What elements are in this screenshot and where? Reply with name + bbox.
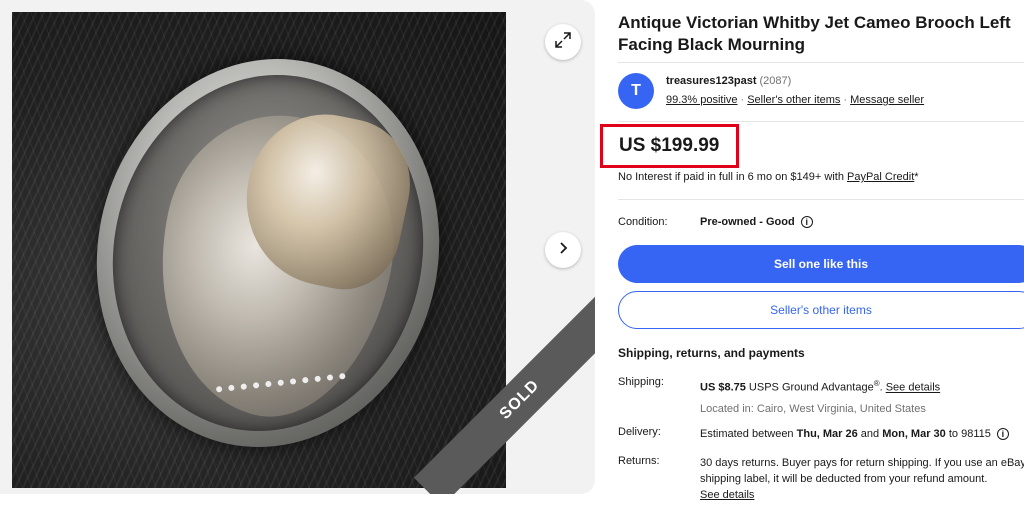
returns-label: Returns: [618,455,660,467]
returns-see-details-link[interactable]: See details [700,489,754,501]
item-location: Located in: Cairo, West Virginia, United… [700,402,926,415]
chevron-right-icon [556,241,570,260]
cameo-inner [80,45,456,461]
credit-offer: No Interest if paid in full in 6 mo on $… [618,171,919,183]
price-highlight: US $199.99 [600,124,739,168]
delivery-suffix: to 98115 [945,428,991,440]
separator-dot: · [843,94,848,106]
shipping-service: USPS Ground Advantage [745,381,874,394]
shipping-heading: Shipping, returns, and payments [618,346,805,360]
info-icon[interactable]: i [996,428,1009,440]
separator-dot: · [740,94,745,106]
seller-card: T treasures123past (2087) 99.3% positive ·… [618,62,1024,122]
seller-other-items-link[interactable]: Seller's other items [747,94,840,106]
condition-value: Pre-owned - Good [700,216,795,228]
returns-value: 30 days returns. Buyer pays for return s… [700,455,1024,503]
paypal-credit-link[interactable]: PayPal Credit [847,171,914,183]
condition-label: Condition: [618,216,668,228]
seller-positive-link[interactable]: 99.3% positive [666,94,738,106]
next-image-button[interactable] [545,232,581,268]
seller-name-line: treasures123past (2087) [666,75,791,87]
divider [618,199,1024,200]
delivery-end: Mon, Mar 30 [882,428,946,440]
info-icon[interactable]: i [800,216,813,228]
seller-feedback-count: (2087) [759,75,792,87]
seller-links: 99.3% positive · Seller's other items · Mess… [666,94,924,106]
shipping-label: Shipping: [618,376,664,388]
shipping-price: US $8.75 [700,381,746,394]
expand-button[interactable] [545,24,581,60]
condition-value-row: Pre-owned - Good i [700,216,813,228]
price: US $199.99 [619,135,720,156]
seller-avatar[interactable]: T [618,73,654,109]
sellers-other-items-button[interactable]: Seller's other items [618,291,1024,329]
credit-text: No Interest if paid in full in 6 mo on $… [618,171,847,183]
delivery-and: and [857,428,883,440]
delivery-value: Estimated between Thu, Mar 26 and Mon, M… [700,426,1024,442]
delivery-label: Delivery: [618,426,661,438]
listing-photo[interactable] [12,12,506,488]
cameo-brooch-image [61,26,475,480]
shipping-see-details-link[interactable]: See details [886,382,940,394]
sell-one-like-this-button[interactable]: Sell one like this [618,245,1024,283]
shipping-value: US $8.75 USPS Ground Advantage®. See det… [700,376,1024,417]
expand-icon [554,31,572,54]
listing-title: Antique Victorian Whitby Jet Cameo Brooc… [618,13,1011,54]
image-gallery: SOLD [0,0,595,494]
seller-name[interactable]: treasures123past [666,75,757,87]
returns-text: 30 days returns. Buyer pays for return s… [700,457,1024,485]
delivery-prefix: Estimated between [700,428,797,440]
message-seller-link[interactable]: Message seller [850,94,924,106]
delivery-start: Thu, Mar 26 [796,428,858,440]
credit-suffix: * [914,171,919,183]
